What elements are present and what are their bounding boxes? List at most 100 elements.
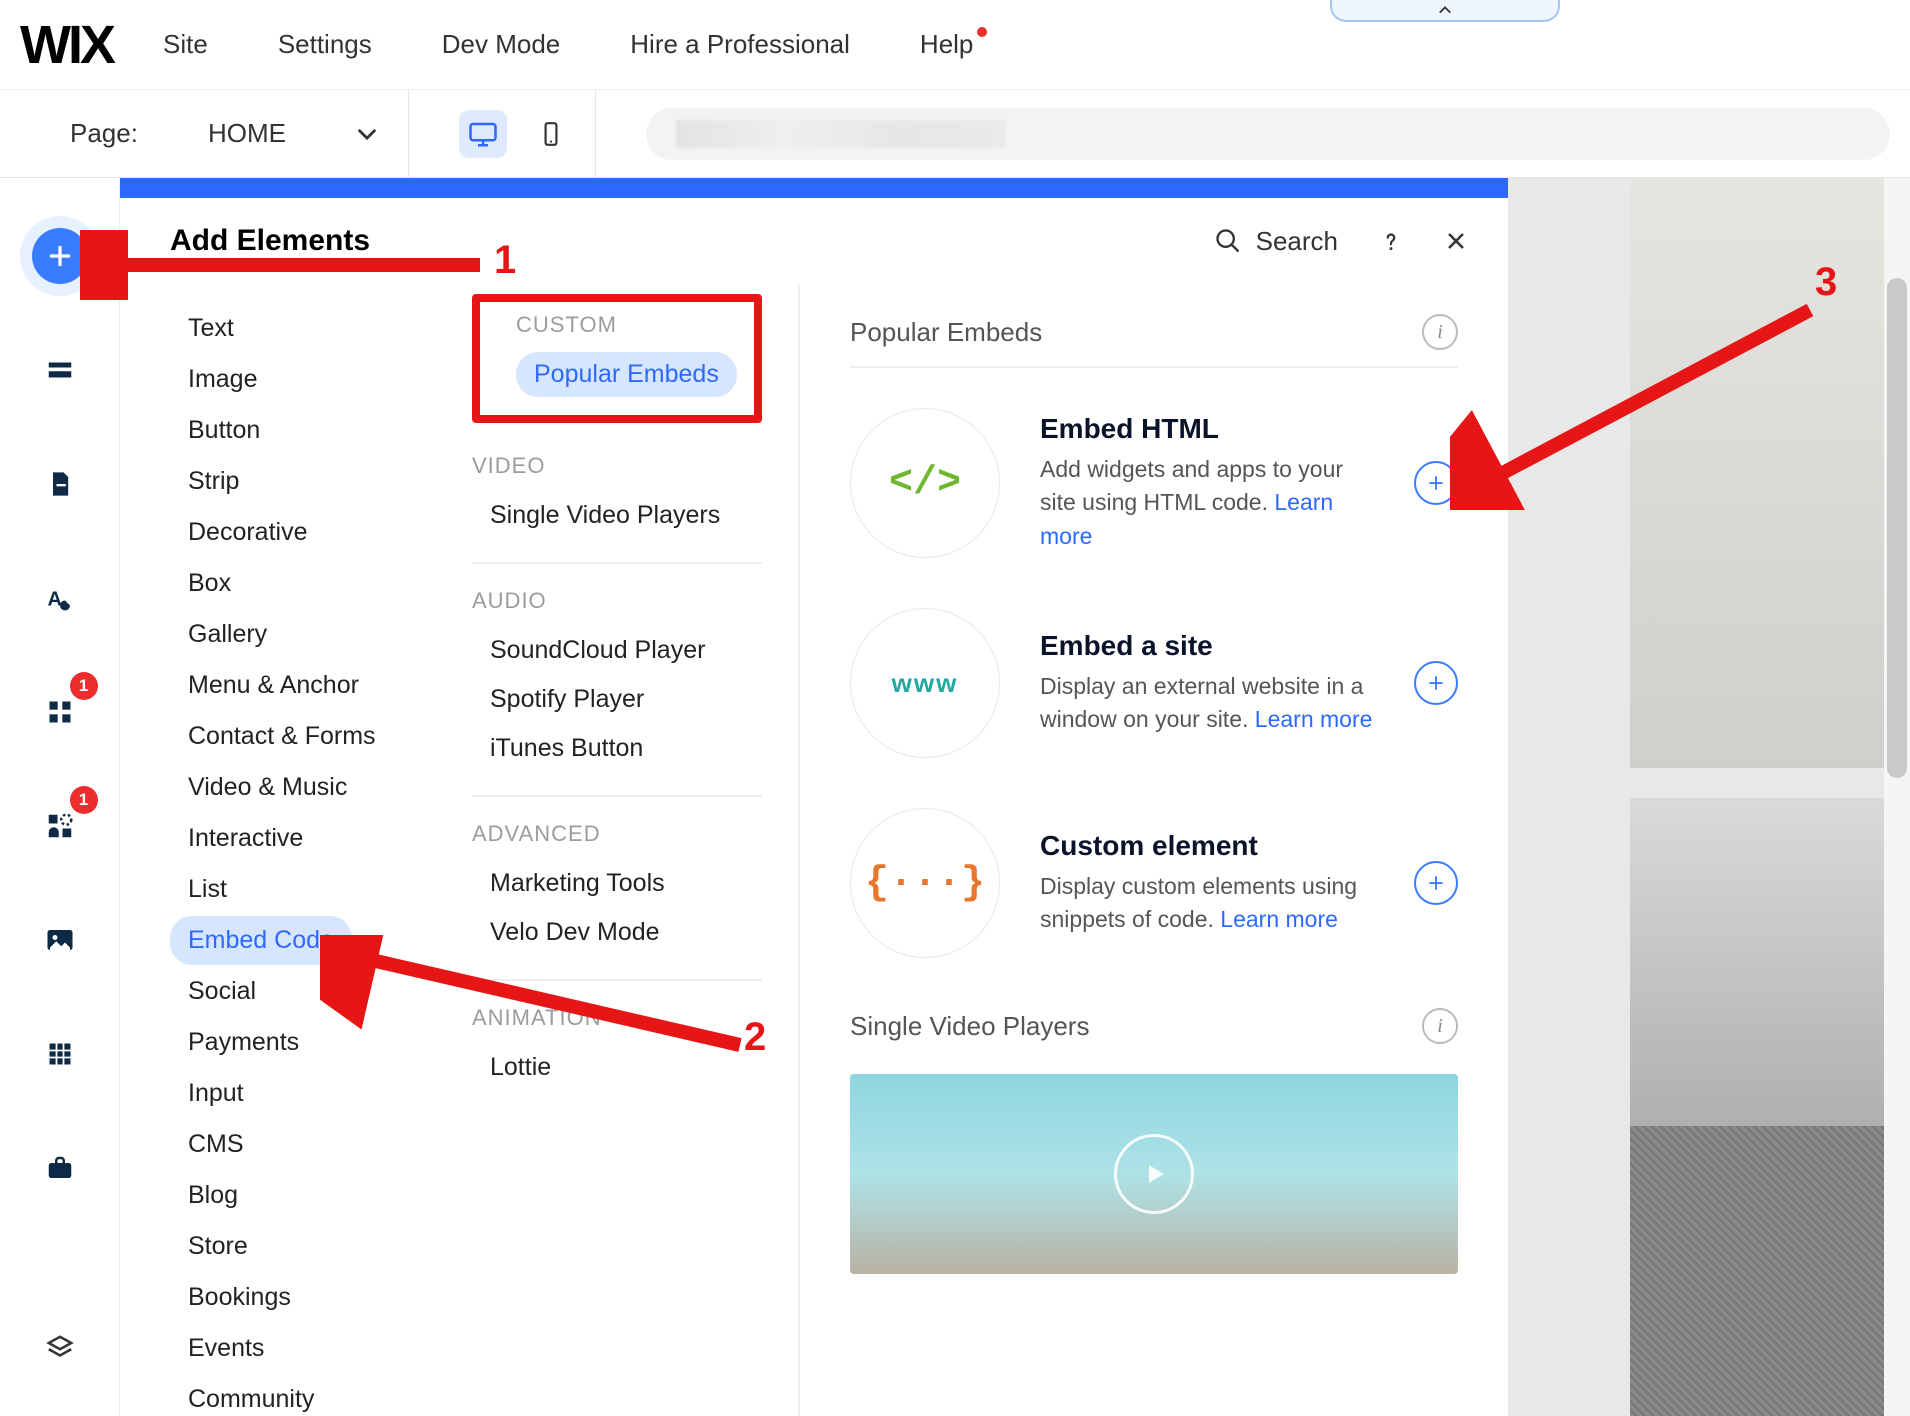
cat-events[interactable]: Events (170, 1324, 282, 1373)
cat-contact[interactable]: Contact & Forms (170, 712, 394, 761)
info-icon[interactable]: i (1422, 1008, 1458, 1044)
embed-desc: Add widgets and apps to your site using … (1040, 453, 1374, 553)
cat-social[interactable]: Social (170, 967, 274, 1016)
left-rail: A 1 1 (0, 178, 120, 1416)
panel-help-button[interactable] (1378, 228, 1404, 254)
cat-decorative[interactable]: Decorative (170, 508, 326, 557)
add-custom-element-button[interactable] (1414, 861, 1458, 905)
sub-marketing[interactable]: Marketing Tools (472, 861, 683, 906)
nav-help[interactable]: Help (920, 29, 973, 60)
address-blur (676, 120, 1006, 148)
annotation-2: 2 (744, 1015, 766, 1060)
learn-more-link[interactable]: Learn more (1220, 906, 1338, 932)
nav-site[interactable]: Site (163, 29, 208, 60)
annotation-3: 3 (1815, 260, 1837, 305)
annotation-arrow-1 (80, 230, 500, 300)
desktop-view-button[interactable] (459, 110, 507, 158)
canvas-image-bottom (1630, 798, 1910, 1416)
cat-cms[interactable]: CMS (170, 1120, 262, 1169)
search-label: Search (1256, 226, 1338, 257)
subcategories-col: CUSTOM Popular Embeds VIDEO Single Video… (436, 284, 800, 1416)
rail-apps-icon[interactable]: 1 (32, 684, 88, 740)
learn-more-link[interactable]: Learn more (1255, 706, 1373, 732)
annotation-arrow-3 (1450, 290, 1830, 510)
cat-payments[interactable]: Payments (170, 1018, 317, 1067)
sub-itunes[interactable]: iTunes Button (472, 726, 661, 771)
rail-cms-icon[interactable] (32, 1026, 88, 1082)
mobile-view-button[interactable] (527, 110, 575, 158)
code-icon: </> (850, 408, 1000, 558)
separator (472, 562, 762, 564)
cat-input[interactable]: Input (170, 1069, 262, 1118)
group-audio-header: AUDIO (472, 588, 762, 614)
rail-media-icon[interactable] (32, 912, 88, 968)
categories-col: Text Image Button Strip Decorative Box G… (120, 284, 436, 1416)
svg-text:A: A (47, 589, 61, 611)
page-toolbar: Page: HOME (0, 90, 1910, 178)
sub-spotify[interactable]: Spotify Player (472, 677, 662, 722)
rail-design-icon[interactable]: A (32, 570, 88, 626)
embed-title: Embed HTML (1040, 413, 1374, 445)
cat-list[interactable]: List (170, 865, 245, 914)
embed-site-row[interactable]: www Embed a site Display an external web… (850, 608, 1458, 758)
wix-logo: WIX (20, 14, 113, 76)
embed-desc: Display custom elements using snippets o… (1040, 870, 1374, 937)
rail-layers-icon[interactable] (32, 1320, 88, 1376)
custom-element-row[interactable]: {···} Custom element Display custom elem… (850, 808, 1458, 958)
scrollbar[interactable] (1884, 178, 1910, 1416)
section-title: Popular Embeds (850, 317, 1042, 348)
annotation-redbox: CUSTOM Popular Embeds (472, 294, 762, 423)
panel-body: Text Image Button Strip Decorative Box G… (120, 284, 1508, 1416)
video-player-preview[interactable] (850, 1074, 1458, 1274)
sub-popular-embeds[interactable]: Popular Embeds (516, 352, 737, 397)
top-nav: WIX Site Settings Dev Mode Hire a Profes… (0, 0, 1910, 90)
scrollbar-thumb[interactable] (1887, 278, 1907, 778)
cat-community[interactable]: Community (170, 1375, 332, 1416)
collapse-toolbar-button[interactable] (1330, 0, 1560, 22)
annotation-arrow-2 (320, 935, 760, 1065)
page-select[interactable]: Page: HOME (40, 90, 409, 177)
cat-gallery[interactable]: Gallery (170, 610, 285, 659)
rail-briefcase-icon[interactable] (32, 1140, 88, 1196)
sub-single-video[interactable]: Single Video Players (472, 493, 738, 538)
content-col: Popular Embeds i </> Embed HTML Add widg… (800, 284, 1508, 1416)
cat-interactive[interactable]: Interactive (170, 814, 321, 863)
rail-pages-icon[interactable] (32, 456, 88, 512)
cat-bookings[interactable]: Bookings (170, 1273, 309, 1322)
cat-store[interactable]: Store (170, 1222, 266, 1271)
embed-title: Embed a site (1040, 630, 1374, 662)
annotation-1: 1 (494, 238, 516, 283)
add-elements-panel: Add Elements Search Text Image Button (120, 198, 1508, 1416)
group-advanced-header: ADVANCED (472, 821, 762, 847)
page-name: HOME (208, 118, 286, 149)
cat-button[interactable]: Button (170, 406, 278, 455)
nav-hire[interactable]: Hire a Professional (630, 29, 850, 60)
nav-items: Site Settings Dev Mode Hire a Profession… (163, 29, 973, 60)
nav-settings[interactable]: Settings (278, 29, 372, 60)
group-video-header: VIDEO (472, 453, 762, 479)
address-bar[interactable] (646, 108, 1890, 160)
page-label: Page: (70, 118, 138, 149)
sub-soundcloud[interactable]: SoundCloud Player (472, 628, 723, 673)
section-title: Single Video Players (850, 1011, 1089, 1042)
panel-search[interactable]: Search (1214, 226, 1338, 257)
panel-close-button[interactable] (1444, 229, 1468, 253)
embed-title: Custom element (1040, 830, 1374, 862)
rail-business-icon[interactable]: 1 (32, 798, 88, 854)
cat-blog[interactable]: Blog (170, 1171, 256, 1220)
cat-menu[interactable]: Menu & Anchor (170, 661, 377, 710)
cat-image[interactable]: Image (170, 355, 275, 404)
embed-desc: Display an external website in a window … (1040, 670, 1374, 737)
cat-strip[interactable]: Strip (170, 457, 257, 506)
add-embed-site-button[interactable] (1414, 661, 1458, 705)
chevron-down-icon (356, 123, 378, 145)
embed-html-row[interactable]: </> Embed HTML Add widgets and apps to y… (850, 408, 1458, 558)
device-switch (439, 90, 596, 177)
rail-section-icon[interactable] (32, 342, 88, 398)
nav-devmode[interactable]: Dev Mode (442, 29, 561, 60)
cat-video[interactable]: Video & Music (170, 763, 365, 812)
cat-text[interactable]: Text (170, 304, 252, 353)
separator (472, 795, 762, 797)
cat-box[interactable]: Box (170, 559, 249, 608)
group-custom-header: CUSTOM (480, 312, 754, 338)
